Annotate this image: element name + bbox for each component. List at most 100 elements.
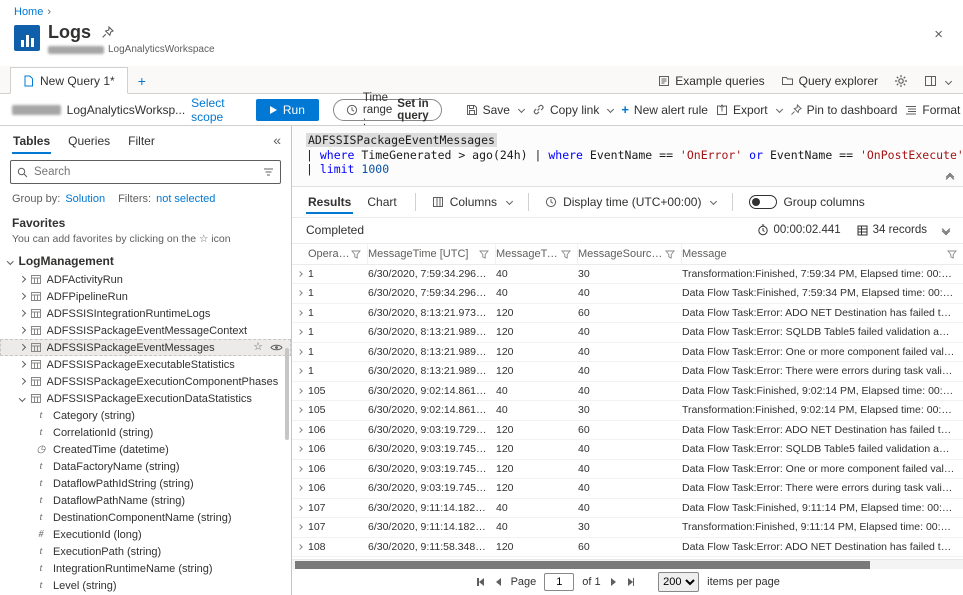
table-column-item[interactable]: t DestinationComponentName (string) [0,509,291,526]
display-time-button[interactable]: Display time (UTC+00:00) [545,195,716,209]
page-number-input[interactable] [544,573,574,591]
sidebar-tab[interactable]: Filter [127,128,156,154]
collapse-sidebar-icon[interactable]: « [273,132,281,148]
column-header[interactable]: MessageTime [UTC] [368,244,496,264]
filter-funnel-icon[interactable] [665,249,675,259]
chevron-right-icon[interactable] [19,293,25,299]
table-row[interactable]: 1 6/30/2020, 8:13:21.989 PM 120 40 Data … [292,343,963,363]
last-page-button[interactable] [626,578,637,586]
column-header[interactable]: Message [682,244,963,264]
next-page-button[interactable] [609,578,618,586]
tab-results[interactable]: Results [306,190,353,214]
table-row[interactable]: 105 6/30/2020, 9:02:14.861 PM 40 40 Data… [292,382,963,402]
collapse-editor-icon[interactable] [947,174,953,182]
chevron-right-icon[interactable] [19,344,25,350]
save-button[interactable]: Save [466,103,524,117]
row-expand-icon[interactable] [297,349,303,355]
table-column-item[interactable]: # ExecutionId (long) [0,526,291,543]
table-row[interactable]: 1 6/30/2020, 7:59:34.296 PM 40 40 Data F… [292,284,963,304]
pin-icon[interactable] [101,26,114,39]
tab-chart[interactable]: Chart [365,190,398,214]
group-columns-toggle[interactable] [749,195,777,209]
filter-funnel-icon[interactable] [479,249,489,259]
query-explorer-button[interactable]: Query explorer [781,74,878,88]
table-column-item[interactable]: t Level (string) [0,577,291,594]
settings-button[interactable] [894,74,908,88]
table-row[interactable]: 105 6/30/2020, 9:02:14.861 PM 40 30 Tran… [292,401,963,421]
new-tab-button[interactable]: + [128,73,156,93]
column-header[interactable]: OperationId [308,244,368,264]
breadcrumb-home-link[interactable]: Home [14,6,43,18]
filter-funnel-icon[interactable] [561,249,571,259]
sidebar-table-item[interactable]: ADFPipelineRun ☆ [0,288,291,305]
search-input[interactable] [34,166,257,178]
favorite-star-icon[interactable]: ☆ [253,342,263,353]
row-expand-icon[interactable] [297,368,303,374]
tab-new-query-1[interactable]: New Query 1* [10,67,128,94]
sidebar-table-item[interactable]: ADFSSISIntegrationRuntimeLogs ☆ [0,305,291,322]
table-column-item[interactable]: t IntegrationRuntimeName (string) [0,560,291,577]
table-row[interactable]: 107 6/30/2020, 9:11:14.182 PM 40 30 Tran… [292,518,963,538]
table-row[interactable]: 1 6/30/2020, 8:13:21.989 PM 120 40 Data … [292,323,963,343]
filters-value[interactable]: not selected [156,193,215,205]
table-row[interactable]: 1 6/30/2020, 8:13:21.973 PM 120 60 Data … [292,304,963,324]
chevron-right-icon[interactable] [19,310,25,316]
sidebar-table-item[interactable]: ADFSSISPackageExecutionDataStatistics ☆ [0,390,291,407]
sort-filter-icon[interactable] [263,167,274,177]
row-expand-icon[interactable] [297,544,303,550]
chevron-right-icon[interactable] [19,327,25,333]
export-button[interactable]: Export [716,103,782,117]
table-column-item[interactable]: t DataflowPathIdString (string) [0,475,291,492]
row-expand-icon[interactable] [297,310,303,316]
tree-root-logmanagement[interactable]: LogManagement [0,251,291,271]
chevron-right-icon[interactable] [19,395,25,401]
run-button[interactable]: Run [256,99,319,121]
side-panel-button[interactable] [924,75,951,87]
row-expand-icon[interactable] [297,446,303,452]
table-column-item[interactable]: t ExecutionPath (string) [0,543,291,560]
row-expand-icon[interactable] [297,427,303,433]
sidebar-table-item[interactable]: ADFSSISPackageExecutionComponentPhases ☆ [0,373,291,390]
query-editor[interactable]: ADFSSISPackageEventMessages| where TimeG… [292,126,963,187]
example-queries-button[interactable]: Example queries [658,74,764,88]
preview-eye-icon[interactable] [270,343,283,352]
chevron-right-icon[interactable] [19,378,25,384]
sidebar-table-item[interactable]: ADFActivityRun ☆ [0,271,291,288]
sidebar-tab[interactable]: Queries [67,128,111,154]
horizontal-scrollbar-thumb[interactable] [295,561,870,569]
column-header[interactable]: MessageSourceType [578,244,682,264]
row-expand-icon[interactable] [297,466,303,472]
table-row[interactable]: 106 6/30/2020, 9:03:19.745 PM 120 40 Dat… [292,460,963,480]
chevron-right-icon[interactable] [19,276,25,282]
pin-to-dashboard-button[interactable]: Pin to dashboard [790,103,898,117]
time-range-pill[interactable]: Time range : Set in query [333,99,442,121]
page-size-select[interactable]: 200 [658,572,699,592]
chevron-right-icon[interactable] [19,361,25,367]
row-expand-icon[interactable] [297,329,303,335]
previous-page-button[interactable] [494,578,503,586]
table-row[interactable]: 106 6/30/2020, 9:03:19.729 PM 120 60 Dat… [292,421,963,441]
collapse-results-icon[interactable] [943,226,949,234]
table-row[interactable]: 1 6/30/2020, 8:13:21.989 PM 120 40 Data … [292,362,963,382]
table-column-item[interactable]: t Category (string) [0,407,291,424]
select-scope-link[interactable]: Select scope [191,96,242,124]
table-row[interactable]: 1 6/30/2020, 7:59:34.296 PM 40 30 Transf… [292,265,963,285]
table-row[interactable]: 106 6/30/2020, 9:03:19.745 PM 120 40 Dat… [292,440,963,460]
column-header[interactable]: MessageType [496,244,578,264]
table-row[interactable]: 106 6/30/2020, 9:03:19.745 PM 120 40 Dat… [292,479,963,499]
group-by-value[interactable]: Solution [65,193,105,205]
filter-funnel-icon[interactable] [947,249,957,259]
columns-button[interactable]: Columns [432,195,512,209]
sidebar-table-item[interactable]: ADFSSISPackageEventMessageContext ☆ [0,322,291,339]
row-expand-icon[interactable] [297,505,303,511]
sidebar-scrollbar[interactable] [285,348,289,440]
sidebar-table-item[interactable]: ADFSSISPackageExecutableStatistics ☆ [0,356,291,373]
new-alert-rule-button[interactable]: + New alert rule [621,102,708,117]
row-expand-icon[interactable] [297,407,303,413]
row-expand-icon[interactable] [297,524,303,530]
table-column-item[interactable]: t DataFactoryName (string) [0,458,291,475]
close-icon[interactable]: × [928,24,949,45]
row-expand-icon[interactable] [297,388,303,394]
sidebar-table-item[interactable]: ADFSSISPackageEventMessages ☆ [0,339,291,356]
table-row[interactable]: 108 6/30/2020, 9:11:58.348 PM 120 60 Dat… [292,538,963,558]
